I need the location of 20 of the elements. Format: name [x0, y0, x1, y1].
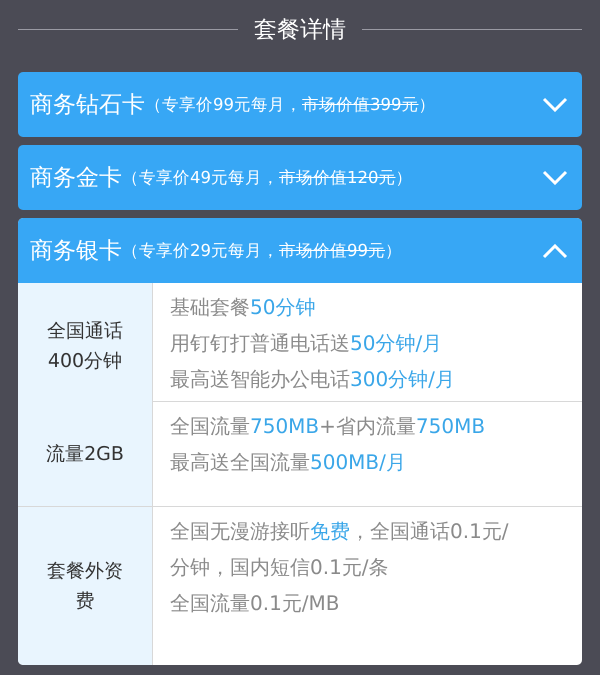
plan-item-label: 流量2GB [46, 442, 124, 467]
chevron-down-icon [542, 170, 568, 186]
plan-header[interactable]: 商务银卡（专享价29元每月，市场价值99元） [18, 218, 582, 283]
plan-detail-text: 全国流量0.1元/MB [170, 590, 341, 617]
price-note: （专享价99元每月，市场价值399元） [145, 94, 436, 116]
plan-detail-text: 最高送全国流量500MB/月 [170, 449, 407, 476]
price-note: （专享价29元每月，市场价值99元） [122, 240, 403, 262]
price-note: （专享价49元每月，市场价值120元） [122, 166, 414, 188]
section-title: 套餐详情 [254, 16, 346, 44]
chevron-up-icon [542, 242, 568, 258]
plan-item-label: 套餐外资费 [46, 558, 124, 614]
chevron-down-icon [542, 96, 568, 112]
plan-detail-text: 基础套餐50分钟 [170, 294, 316, 321]
plan-detail-text: 全国无漫游接听免费，全国通话0.1元/分钟，国内短信0.1元/条 [170, 518, 510, 581]
plan-detail-text: 全国流量750MB+省内流量750MB [170, 413, 486, 440]
plan-header[interactable]: 商务金卡（专享价49元每月，市场价值120元） [18, 145, 582, 210]
plan-header[interactable]: 商务钻石卡（专享价99元每月，市场价值399元） [18, 72, 582, 137]
plan-item-label: 全国通话400分钟 [46, 318, 124, 374]
plan-detail-text: 最高送智能办公电话300分钟/月 [170, 366, 456, 393]
plan-detail-text: 用钉钉打普通电话送50分钟/月 [170, 330, 444, 357]
